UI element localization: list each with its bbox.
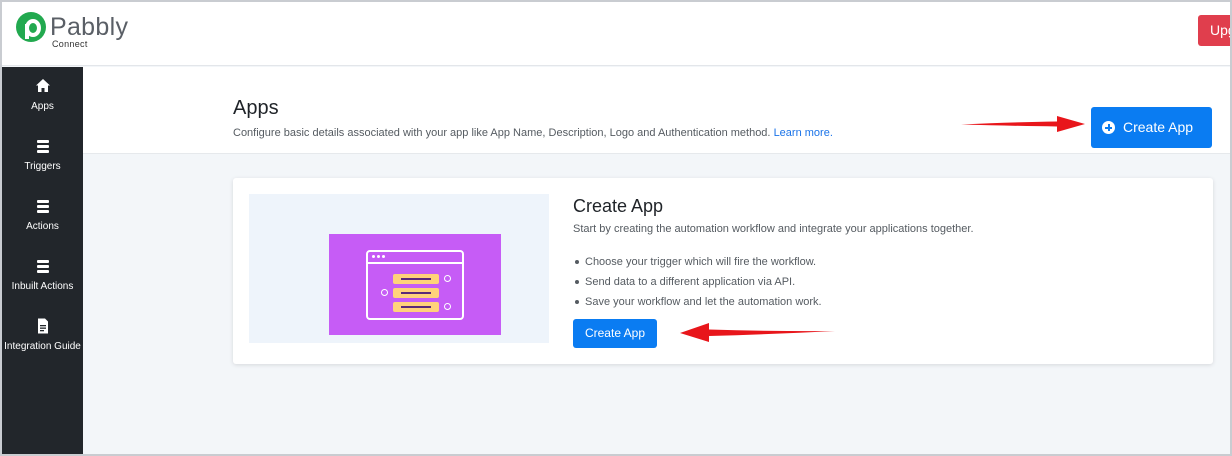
pabbly-logo-icon <box>16 12 46 42</box>
sidebar-item-label: Inbuilt Actions <box>11 281 74 292</box>
list-icon <box>34 197 52 215</box>
illustration-panel <box>249 194 549 343</box>
sidebar-item-actions[interactable]: Actions <box>2 197 83 253</box>
page-description: Configure basic details associated with … <box>233 127 833 139</box>
create-app-button-header[interactable]: Create App <box>1091 107 1212 148</box>
sidebar-item-inbuilt-actions[interactable]: Inbuilt Actions <box>2 257 83 313</box>
page-description-text: Configure basic details associated with … <box>233 127 771 139</box>
sidebar: Apps Triggers Actions Inbuilt Actions In… <box>2 67 83 454</box>
upgrade-button[interactable]: Upg <box>1198 15 1230 46</box>
sidebar-item-label: Triggers <box>24 161 61 172</box>
feature-list: Choose your trigger which will fire the … <box>575 252 822 312</box>
browser-window-icon <box>366 250 464 320</box>
home-icon <box>34 77 52 95</box>
card-subtitle: Start by creating the automation workflo… <box>573 223 974 235</box>
card-title: Create App <box>573 196 664 216</box>
sidebar-item-label: Integration Guide <box>4 341 81 352</box>
page-title: Apps <box>233 97 279 119</box>
list-item: Send data to a different application via… <box>575 272 822 292</box>
list-item: Save your workflow and let the automatio… <box>575 292 822 312</box>
sidebar-item-apps[interactable]: Apps <box>2 77 83 133</box>
logo-subtext: Connect <box>52 39 88 49</box>
annotation-arrow-left-icon <box>680 323 835 342</box>
logo-text: Pabbly <box>50 13 129 41</box>
top-bar: Pabbly Connect Upg <box>2 2 1230 66</box>
plus-circle-icon <box>1102 121 1115 134</box>
create-app-button-card[interactable]: Create App <box>573 319 657 348</box>
pabbly-logo[interactable]: Pabbly Connect <box>16 12 146 52</box>
document-icon <box>34 317 52 335</box>
sidebar-item-label: Actions <box>26 221 59 232</box>
app-window: Pabbly Connect Upg Apps Triggers Actions… <box>0 0 1232 456</box>
app-window-illustration <box>329 234 501 335</box>
create-app-button-label: Create App <box>1123 119 1194 135</box>
sidebar-item-label: Apps <box>31 101 54 112</box>
list-item: Choose your trigger which will fire the … <box>575 252 822 272</box>
learn-more-link[interactable]: Learn more. <box>774 127 833 139</box>
sidebar-item-triggers[interactable]: Triggers <box>2 137 83 193</box>
sidebar-item-integration-guide[interactable]: Integration Guide <box>2 317 83 373</box>
annotation-arrow-right-icon <box>961 116 1085 132</box>
list-icon <box>34 257 52 275</box>
list-icon <box>34 137 52 155</box>
